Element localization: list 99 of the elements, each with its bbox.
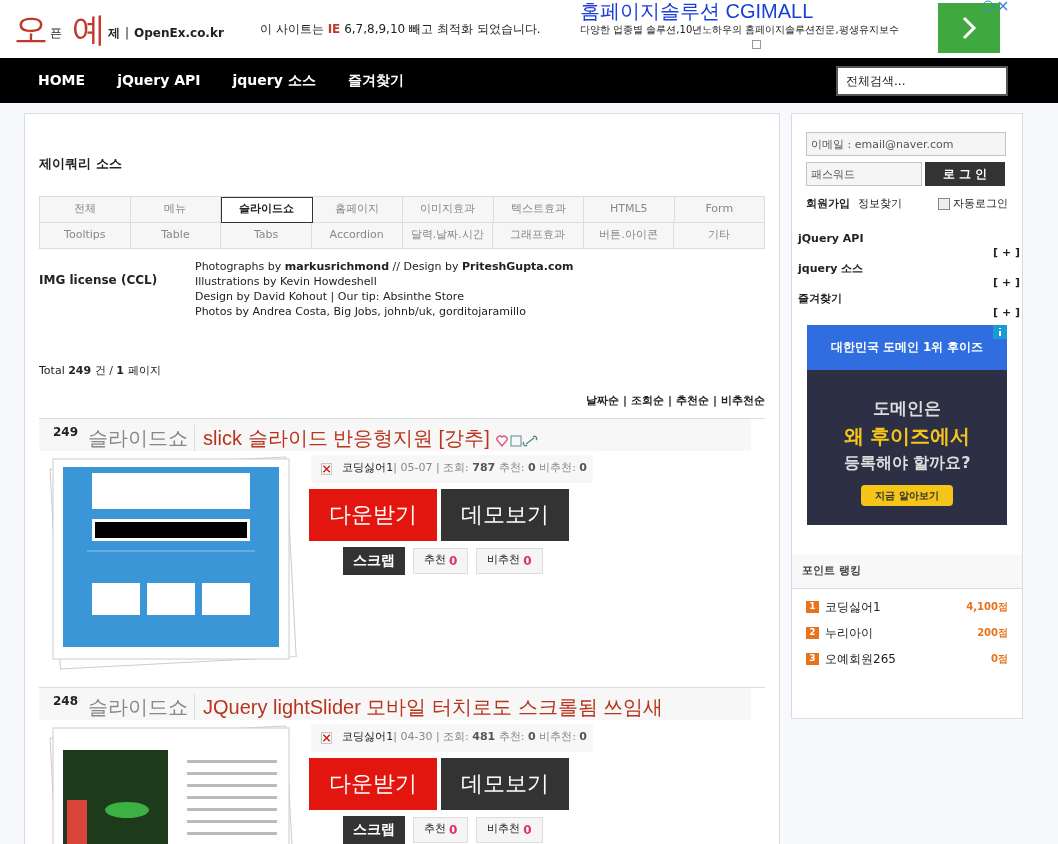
license-line: Design by David Kohout | Our tip: Absinthe Store xyxy=(195,288,465,304)
category-tab[interactable]: 홈페이지 xyxy=(312,196,403,223)
nav-link[interactable]: HOME xyxy=(38,70,86,91)
logo-domain: OpenEx.co.kr xyxy=(134,25,224,42)
ad-arrow-button[interactable] xyxy=(938,3,1000,53)
logo-separator: | xyxy=(125,25,130,42)
download-button[interactable]: 다운받기 xyxy=(309,757,437,810)
info-close-icon[interactable] xyxy=(982,0,1010,12)
search-field[interactable]: 전체검색... xyxy=(836,65,1008,96)
license-line: Photographs by markusrichmond // Design by PriteshGupta.com xyxy=(195,258,574,274)
heart-save-link-icon[interactable] xyxy=(495,434,538,447)
rank-points: 4,100점 xyxy=(966,600,1008,614)
rank-name[interactable]: 누리아이 xyxy=(825,623,873,642)
logo-letter: 제 xyxy=(108,25,120,42)
logo-letter: 픈 xyxy=(50,25,62,42)
nav-link[interactable]: jQuery API xyxy=(117,70,201,91)
ranking-title: 포인트 랭킹 xyxy=(802,562,861,579)
logo-letter: 오 xyxy=(14,12,48,46)
ad-banner-line: 등록해야 할까요? xyxy=(843,452,971,474)
email-field[interactable]: 이메일 : email@naver.com xyxy=(806,132,1006,156)
recommend-button[interactable]: 추천 0 xyxy=(413,816,469,843)
not-recommend-count: 0 xyxy=(523,821,532,839)
ad-banner-headline: 대한민국 도메인 1위 후이즈 xyxy=(830,339,984,356)
password-field[interactable]: 패스워드 xyxy=(806,162,922,186)
rank-points: 200점 xyxy=(977,626,1008,640)
post-meta: | 05-07 | 조회: 787 추천: 0 비추천: 0 xyxy=(393,460,587,477)
section-title: 제이쿼리 소스 xyxy=(39,155,123,173)
license-line: Illustrations by Kevin Howdeshell xyxy=(195,273,378,289)
broken-image-icon xyxy=(321,461,333,476)
expand-toggle[interactable]: [ + ] xyxy=(993,274,1020,291)
not-recommend-count: 0 xyxy=(523,552,532,570)
download-button[interactable]: 다운받기 xyxy=(309,488,437,541)
sidebar-menu-link[interactable]: jquery 소스 xyxy=(798,260,864,291)
scrap-button[interactable]: 스크랩 xyxy=(343,815,405,844)
sidebar-menu-link[interactable]: jQuery API xyxy=(798,230,864,261)
sort-separator: | xyxy=(622,393,627,409)
rank-points: 0점 xyxy=(991,652,1008,666)
sidebar-menu-link[interactable]: 즐겨찾기 xyxy=(798,290,842,321)
broken-image-icon xyxy=(321,730,333,745)
ad-banner-button[interactable]: 지금 알아보기 xyxy=(861,485,953,506)
expand-toggle[interactable]: [ + ] xyxy=(993,304,1020,321)
rank-name[interactable]: 코딩싫어1 xyxy=(825,597,881,616)
sort-separator: | xyxy=(667,393,672,409)
post-title[interactable]: slick 슬라이드 반응형지원 [강추] xyxy=(203,424,490,451)
find-info-link[interactable]: 정보찾기 xyxy=(858,196,902,213)
rank-number: 2 xyxy=(806,626,819,639)
category-tab[interactable]: 그래프효과 xyxy=(493,222,584,249)
post-title[interactable]: JQuery lightSlider 모바일 터치로도 스크롤됨 쓰임새 xyxy=(203,693,664,720)
ad-text: 다양한 업종별 솔루션,10년노하우의 홈페이지솔루션전문,평생유지보수 xyxy=(580,23,900,36)
category-tab[interactable]: 전체 xyxy=(40,196,131,223)
demo-button[interactable]: 데모보기 xyxy=(441,488,569,541)
category-tab[interactable]: 기타 xyxy=(674,222,765,249)
sort-separator: | xyxy=(712,393,717,409)
recommend-count: 0 xyxy=(449,821,458,839)
post-number: 248 xyxy=(53,692,79,710)
sort-link[interactable]: 날짜순 xyxy=(585,393,619,410)
rank-number: 1 xyxy=(806,600,819,613)
sort-link[interactable]: 조회순 xyxy=(630,393,664,410)
auto-login-label: 자동로그인 xyxy=(953,196,1008,212)
info-icon[interactable] xyxy=(993,324,1007,339)
recommend-label: 추천 xyxy=(424,821,446,838)
license-line: Photos by Andrea Costa, Big Jobs, johnb/uk, gorditojaramillo xyxy=(195,303,527,319)
rank-number: 3 xyxy=(806,652,819,665)
recommend-label: 추천 xyxy=(424,552,446,569)
post-category: 슬라이드쇼 xyxy=(88,693,196,720)
post-number: 249 xyxy=(53,423,79,441)
logo-letter: 예 xyxy=(72,12,106,46)
login-button[interactable]: 로 그 인 xyxy=(925,162,1005,186)
chevron-right-icon xyxy=(961,15,977,41)
license-label: IMG license (CCL) xyxy=(39,271,159,289)
recommend-count: 0 xyxy=(449,552,458,570)
recommend-button[interactable]: 추천 0 xyxy=(413,547,469,574)
ad-banner-line: 도메인은 xyxy=(873,396,941,420)
nav-link[interactable]: jquery 소스 xyxy=(232,70,316,91)
category-tab[interactable]: 이미지효과 xyxy=(403,196,494,223)
rank-name[interactable]: 오예회원265 xyxy=(825,649,896,668)
expand-toggle[interactable]: [ + ] xyxy=(993,244,1020,261)
demo-button[interactable]: 데모보기 xyxy=(441,757,569,810)
ad-title[interactable]: 홈페이지솔루션 CGIMALL xyxy=(580,0,930,22)
post-category: 슬라이드쇼 xyxy=(88,424,196,451)
ad-checkbox[interactable] xyxy=(752,40,761,49)
ad-banner[interactable]: 대한민국 도메인 1위 후이즈 도메인은 왜 후이즈에서 등록해야 할까요? 지금 알아보기 xyxy=(807,324,1007,525)
sort-link[interactable]: 추천순 xyxy=(675,393,709,410)
total-count: Total 249 건 / 1 페이지 xyxy=(39,362,162,379)
ad-banner-line: 왜 후이즈에서 xyxy=(843,423,971,450)
nav-link[interactable]: 즐겨찾기 xyxy=(347,70,404,91)
category-tab[interactable]: 버튼.아이콘 xyxy=(583,222,675,249)
scrap-button[interactable]: 스크랩 xyxy=(343,546,405,575)
sort-link[interactable]: 비추천순 xyxy=(721,393,765,410)
category-tab[interactable]: 슬라이드쇼 xyxy=(221,196,313,223)
not-recommend-label: 비추천 xyxy=(487,821,521,838)
not-recommend-button[interactable]: 비추천 0 xyxy=(476,816,543,843)
join-link[interactable]: 회원가입 xyxy=(806,196,850,213)
browser-notice: 이 사이트는 IE 6,7,8,9,10 빼고 최적화 되었습니다. xyxy=(260,21,542,38)
not-recommend-button[interactable]: 비추천 0 xyxy=(476,547,543,574)
category-tab[interactable]: 메뉴 xyxy=(130,196,221,223)
auto-login-checkbox[interactable] xyxy=(938,198,950,211)
post-meta: | 04-30 | 조회: 481 추천: 0 비추천: 0 xyxy=(393,729,587,746)
not-recommend-label: 비추천 xyxy=(487,552,521,569)
